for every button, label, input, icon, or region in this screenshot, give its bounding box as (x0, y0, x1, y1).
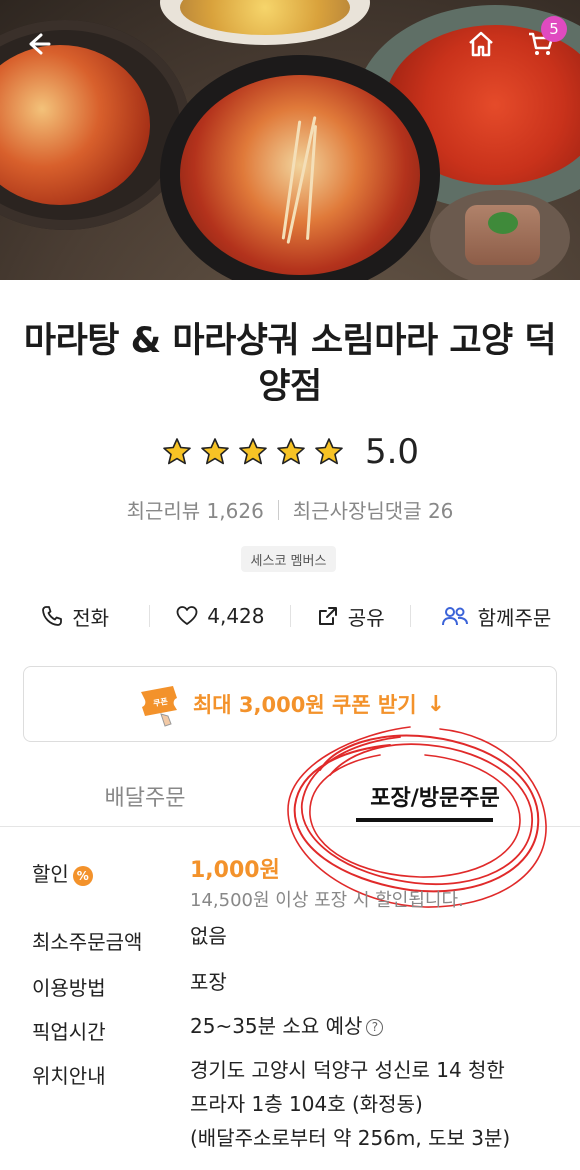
discount-condition-note: 14,500원 이상 포장 시 할인됩니다. (190, 890, 464, 911)
discount-value: 1,000원 (190, 858, 280, 883)
like-button[interactable]: 4,428 (150, 604, 289, 628)
coupon-download-button[interactable]: 쿠폰 최대 3,000원 쿠폰 받기 ↓ (23, 666, 557, 742)
home-button[interactable] (463, 26, 499, 62)
min-order-label: 최소주문금액 (32, 930, 143, 954)
location-line1: 경기도 고양시 덕양구 성신로 14 청한 (190, 1058, 505, 1082)
star-icon (239, 438, 267, 465)
tab-pickup-visit[interactable]: 포장/방문주문 (290, 766, 580, 826)
heart-icon (176, 606, 198, 625)
back-button[interactable] (20, 26, 56, 62)
store-actions: 전화 4,428 공유 함께주문 (0, 596, 580, 636)
like-count: 4,428 (207, 604, 265, 628)
home-icon (469, 31, 493, 57)
coupon-ticket-icon: 쿠폰 (140, 686, 177, 727)
tab-delivery[interactable]: 배달주문 (0, 766, 290, 826)
group-order-label: 함께주문 (477, 605, 552, 630)
star-icon (315, 438, 343, 465)
coupon-text: 최대 3,000원 쿠폰 받기 (192, 693, 417, 717)
method-label: 이용방법 (32, 976, 106, 1000)
location-line3: (배달주소로부터 약 256m, 도보 3분) (190, 1126, 511, 1150)
cart-count-badge: 5 (541, 16, 567, 42)
store-name: 마라탕 & 마라샹궈 소림마라 고양 덕양점 (23, 321, 557, 407)
order-type-tabs: 배달주문 포장/방문주문 (0, 766, 580, 827)
pickup-time-value: 25~35분 소요 예상? (190, 1010, 384, 1043)
help-icon[interactable]: ? (366, 1019, 384, 1036)
owner-replies-link[interactable]: 최근사장님댓글 26 (293, 495, 454, 524)
star-icon (201, 438, 229, 465)
discount-percent-icon: % (72, 865, 93, 886)
share-icon (318, 607, 337, 625)
phone-icon (42, 606, 63, 626)
call-label: 전화 (72, 605, 110, 630)
download-arrow-icon: ↓ (426, 691, 446, 717)
location-label: 위치안내 (32, 1064, 106, 1088)
malatang-bowl-center (160, 55, 440, 280)
share-label: 공유 (347, 605, 385, 630)
star-icon (163, 438, 191, 465)
method-value: 포장 (190, 970, 227, 994)
fried-rice-plate (160, 0, 370, 45)
rating-row: 5.0 (0, 432, 580, 472)
back-arrow-icon (29, 33, 51, 55)
dessert-plate (430, 190, 570, 280)
star-icon (277, 438, 305, 465)
divider (277, 499, 279, 520)
location-line2: 프라자 1층 104호 (화정동) (190, 1092, 423, 1116)
group-order-button[interactable]: 함께주문 (411, 602, 580, 631)
min-order-value: 없음 (190, 924, 227, 948)
pickup-time-label: 픽업시간 (32, 1020, 106, 1044)
group-people-icon (441, 607, 468, 626)
discount-label: 할인% (32, 858, 93, 887)
review-counts: 최근리뷰 1,626 최근사장님댓글 26 (0, 495, 580, 524)
recent-reviews-link[interactable]: 최근리뷰 1,626 (127, 495, 264, 524)
cesco-member-badge: 세스코 멤버스 (241, 546, 336, 572)
rating-value: 5.0 (364, 432, 420, 472)
share-button[interactable]: 공유 (291, 602, 410, 631)
call-button[interactable]: 전화 (0, 602, 149, 631)
